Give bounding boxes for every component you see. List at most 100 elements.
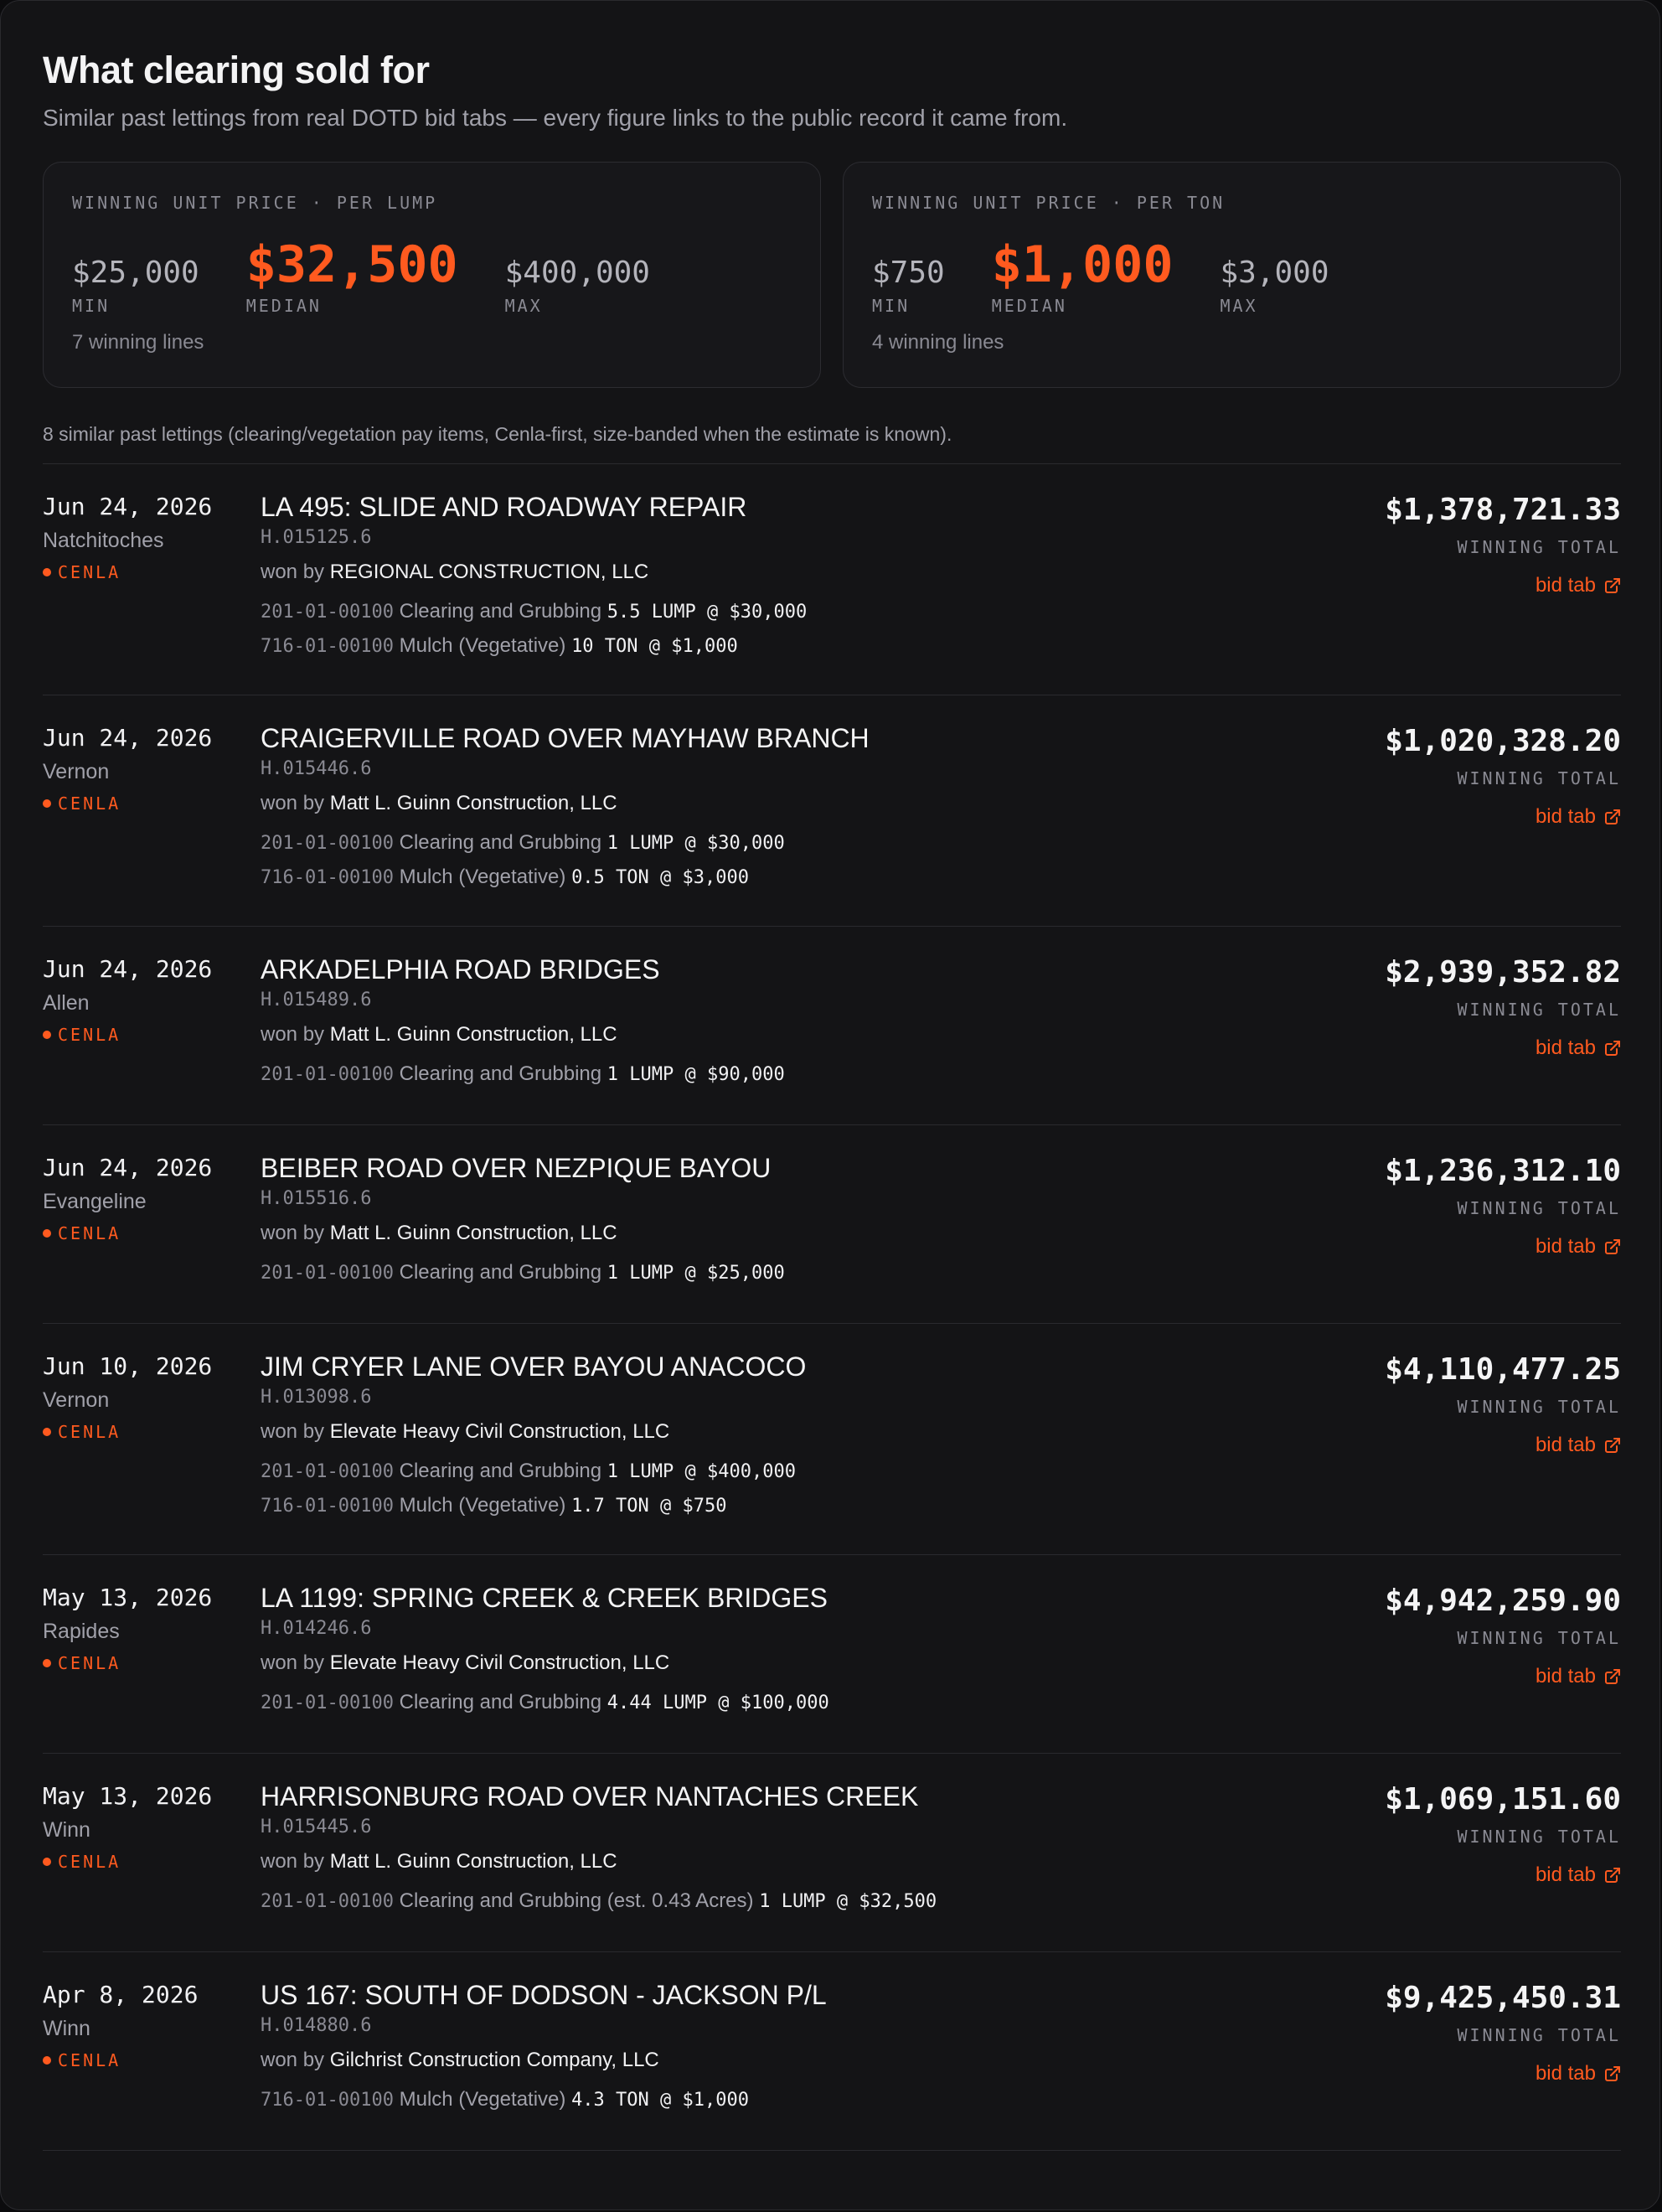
letting-meta: Apr 8, 2026 Winn CENLA (43, 1981, 198, 2071)
winner-name: Matt L. Guinn Construction, LLC (329, 1222, 617, 1244)
letting-meta: Jun 24, 2026 Natchitoches CENLA (43, 493, 212, 583)
letting-parish: Allen (43, 991, 90, 1015)
pay-item-description: Mulch (Vegetative) (399, 634, 566, 657)
stat-card-label: WINNING UNIT PRICE · PER LUMP (72, 193, 438, 213)
winning-total-label: WINNING TOTAL (1457, 1628, 1621, 1648)
pay-item-quantity-price: 1 LUMP @ $32,500 (759, 1891, 937, 1912)
pay-item: 201-01-00100 Clearing and Grubbing 1 LUM… (261, 1455, 1266, 1489)
project-id: H.015489.6 (261, 990, 372, 1010)
letting-details: US 167: SOUTH OF DODSON - JACKSON P/L H.… (261, 1979, 1266, 2117)
external-link-icon (1605, 1041, 1620, 1056)
external-link-icon (1605, 1239, 1620, 1254)
won-by-label: won by (261, 1023, 325, 1046)
project-name: LA 495: SLIDE AND ROADWAY REPAIR (261, 492, 747, 522)
pay-item-description: Clearing and Grubbing (399, 600, 602, 623)
won-by-line: won by Elevate Heavy Civil Construction,… (261, 1419, 1266, 1445)
stat-values: $25,000 MIN $32,500 MEDIAN $400,000 MAX (72, 233, 792, 317)
project-id: H.015125.6 (261, 527, 372, 548)
pay-item-quantity-price: 4.44 LUMP @ $100,000 (606, 1693, 829, 1713)
bid-tab-link[interactable]: bid tab (1536, 1664, 1621, 1689)
bid-tab-link[interactable]: bid tab (1536, 1433, 1621, 1458)
winner-name: Matt L. Guinn Construction, LLC (329, 1023, 617, 1046)
bid-tab-link[interactable]: bid tab (1536, 2061, 1621, 2086)
letting-date: May 13, 2026 (43, 1782, 213, 1810)
external-link-icon (1605, 1669, 1620, 1684)
winner-name: Matt L. Guinn Construction, LLC (329, 1850, 617, 1873)
region-badge: CENLA (43, 1421, 212, 1443)
stat-min-value: $750 (872, 256, 945, 290)
pay-item-description: Clearing and Grubbing (399, 1691, 602, 1713)
region-label: CENLA (58, 562, 121, 582)
winning-total-label: WINNING TOTAL (1457, 2025, 1621, 2045)
letting-total: $1,378,721.33 WINNING TOTAL bid tab (1385, 493, 1621, 598)
pay-item-description: Clearing and Grubbing (399, 1261, 602, 1284)
region-badge: CENLA (43, 2049, 198, 2071)
page-title: What clearing sold for (43, 49, 430, 91)
letting-total: $1,236,312.10 WINNING TOTAL bid tab (1385, 1154, 1621, 1259)
pay-item-code: 716-01-00100 (261, 867, 394, 888)
won-by-label: won by (261, 1420, 325, 1443)
letting-details: ARKADELPHIA ROAD BRIDGES H.015489.6 won … (261, 954, 1266, 1092)
region-label: CENLA (58, 793, 121, 814)
winning-total-value: $4,942,259.90 (1385, 1584, 1621, 1618)
letting-row: Apr 8, 2026 Winn CENLA US 167: SOUTH OF … (43, 1952, 1621, 2151)
bid-tab-label: bid tab (1535, 805, 1596, 828)
bid-tab-link[interactable]: bid tab (1536, 1863, 1621, 1888)
pay-items: 201-01-00100 Clearing and Grubbing 5.5 L… (261, 595, 1266, 664)
stat-median-label: MEDIAN (245, 296, 322, 316)
project-id: H.014246.6 (261, 1618, 372, 1639)
bid-tab-link[interactable]: bid tab (1536, 1234, 1621, 1259)
letting-parish: Vernon (43, 1388, 110, 1412)
region-label: CENLA (58, 1223, 121, 1243)
letting-total: $1,020,328.20 WINNING TOTAL bid tab (1385, 724, 1621, 830)
pay-item-description: Clearing and Grubbing (399, 1460, 602, 1482)
region-badge: CENLA (43, 561, 212, 583)
stat-median: $32,500 MEDIAN (246, 238, 458, 317)
bid-tab-link[interactable]: bid tab (1536, 804, 1621, 830)
pay-item-quantity-price: 1 LUMP @ $30,000 (606, 833, 785, 854)
pay-item: 716-01-00100 Mulch (Vegetative) 10 TON @… (261, 629, 1266, 664)
won-by-label: won by (261, 1651, 325, 1674)
stat-values: $750 MIN $1,000 MEDIAN $3,000 MAX (872, 233, 1592, 317)
pay-item-quantity-price: 1 LUMP @ $400,000 (606, 1461, 796, 1482)
bid-tab-link[interactable]: bid tab (1536, 573, 1621, 598)
winning-total-label: WINNING TOTAL (1457, 1827, 1621, 1847)
letting-date: Jun 24, 2026 (43, 1154, 213, 1181)
pay-item-description: Mulch (Vegetative) (399, 2088, 566, 2111)
letting-parish: Rapides (43, 1620, 120, 1643)
stat-median: $1,000 MEDIAN (992, 238, 1174, 317)
letting-date: Jun 24, 2026 (43, 493, 213, 520)
pay-item-code: 716-01-00100 (261, 636, 394, 657)
region-dot-icon (43, 1428, 51, 1436)
pay-item: 201-01-00100 Clearing and Grubbing 4.44 … (261, 1686, 1266, 1720)
letting-row: Jun 24, 2026 Natchitoches CENLA LA 495: … (43, 464, 1621, 695)
stat-card-label: WINNING UNIT PRICE · PER TON (872, 193, 1226, 213)
won-by-line: won by Matt L. Guinn Construction, LLC (261, 1022, 1266, 1047)
winning-total-value: $2,939,352.82 (1385, 955, 1621, 990)
winning-total-label: WINNING TOTAL (1457, 1000, 1621, 1020)
letting-parish: Natchitoches (43, 529, 164, 552)
letting-total: $4,942,259.90 WINNING TOTAL bid tab (1385, 1584, 1621, 1689)
pay-items: 201-01-00100 Clearing and Grubbing 1 LUM… (261, 1455, 1266, 1523)
letting-details: BEIBER ROAD OVER NEZPIQUE BAYOU H.015516… (261, 1152, 1266, 1290)
letting-date: Jun 24, 2026 (43, 724, 213, 752)
stat-max-value: $400,000 (504, 256, 650, 290)
bid-tab-label: bid tab (1535, 1235, 1596, 1258)
stat-footnote: 7 winning lines (72, 331, 204, 354)
pay-item-quantity-price: 1 LUMP @ $90,000 (606, 1064, 785, 1085)
letting-total: $9,425,450.31 WINNING TOTAL bid tab (1385, 1981, 1621, 2086)
winning-total-value: $1,020,328.20 (1385, 724, 1621, 758)
bid-tab-link[interactable]: bid tab (1536, 1036, 1621, 1061)
region-dot-icon (43, 1229, 51, 1238)
winner-name: REGIONAL CONSTRUCTION, LLC (329, 561, 649, 583)
letting-row: May 13, 2026 Rapides CENLA LA 1199: SPRI… (43, 1555, 1621, 1754)
bid-tab-label: bid tab (1535, 1434, 1596, 1456)
pay-item-code: 201-01-00100 (261, 1891, 394, 1912)
letting-meta: Jun 24, 2026 Evangeline CENLA (43, 1154, 212, 1244)
pay-item-code: 716-01-00100 (261, 2090, 394, 2111)
stat-max-label: MAX (504, 296, 543, 316)
stat-max-value: $3,000 (1220, 256, 1329, 290)
project-name: CRAIGERVILLE ROAD OVER MAYHAW BRANCH (261, 723, 870, 753)
letting-row: Jun 10, 2026 Vernon CENLA JIM CRYER LANE… (43, 1324, 1621, 1555)
letting-total: $1,069,151.60 WINNING TOTAL bid tab (1385, 1782, 1621, 1888)
